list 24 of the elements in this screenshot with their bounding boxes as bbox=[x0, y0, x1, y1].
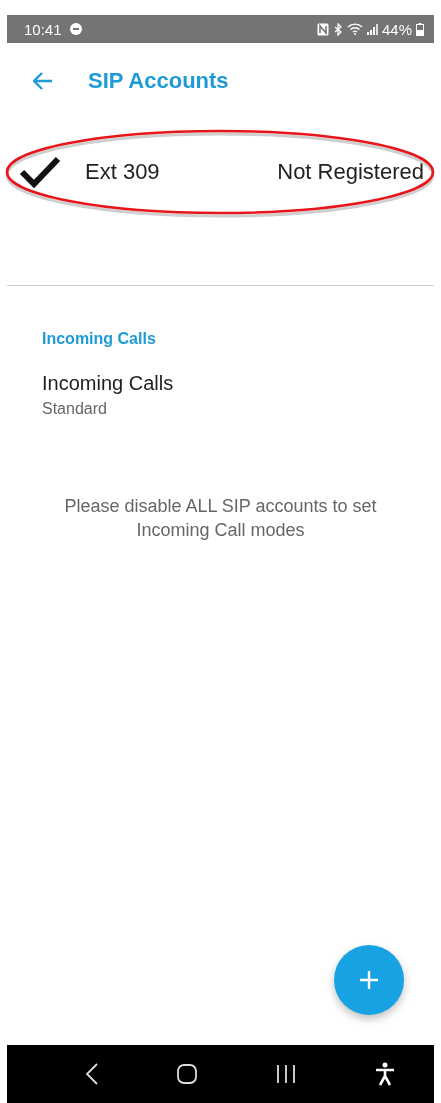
accessibility-icon bbox=[374, 1062, 395, 1086]
add-button[interactable] bbox=[334, 945, 404, 1015]
chevron-left-icon bbox=[86, 1063, 99, 1085]
do-not-disturb-icon bbox=[69, 23, 82, 35]
account-row[interactable]: Ext 309 Not Registered bbox=[7, 128, 434, 216]
account-status: Not Registered bbox=[277, 159, 424, 185]
signal-icon bbox=[366, 23, 378, 35]
recents-icon bbox=[275, 1064, 296, 1084]
back-arrow-icon bbox=[33, 71, 53, 90]
home-icon bbox=[177, 1064, 198, 1084]
battery-level: 44% bbox=[381, 20, 412, 38]
section-header: Incoming Calls bbox=[42, 330, 157, 348]
plus-icon bbox=[359, 970, 379, 990]
battery-icon bbox=[416, 22, 424, 36]
account-name: Ext 309 bbox=[85, 159, 160, 185]
nfc-icon bbox=[316, 22, 329, 36]
info-message: Please disable ALL SIP accounts to set Incoming Call modes bbox=[63, 495, 378, 542]
setting-title: Incoming Calls bbox=[42, 372, 175, 395]
status-time: 10:41 bbox=[24, 20, 62, 38]
bluetooth-icon bbox=[332, 22, 343, 36]
setting-value: Standard bbox=[42, 400, 108, 418]
wifi-icon bbox=[346, 23, 363, 35]
screen-title: SIP Accounts bbox=[88, 67, 229, 94]
setting-item[interactable]: Incoming Calls Standard bbox=[7, 348, 434, 418]
